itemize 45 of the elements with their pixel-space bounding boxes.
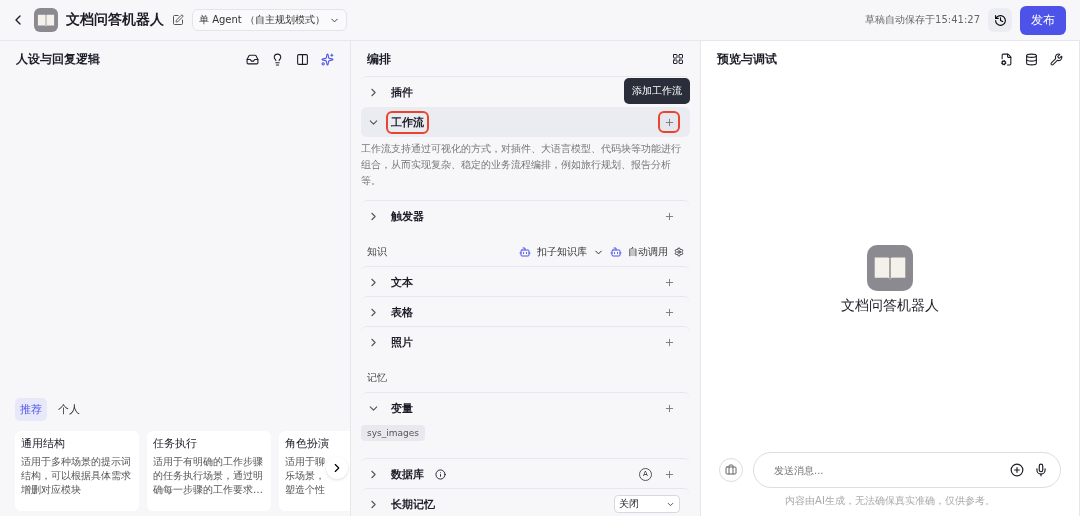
card-text: 适用于多种场景的提示词 <box>21 455 131 469</box>
memory-select[interactable]: 关闭 <box>614 495 680 513</box>
disclaimer: 内容由AI生成，无法确保真实准确，仅供参考。 <box>784 494 996 508</box>
template-card[interactable]: 任务执行 适用于有明确的工作步骤 的任务执行场景，通过明 确每一步骤的工作要求… <box>147 431 271 511</box>
section-title[interactable]: 工作流 <box>386 110 429 134</box>
section-description: 工作流支持通过可视化的方式，对插件、大语言模型、代码块等功能进行组合，从而实现复杂、稳定的业务流程编排，例如旅行规划、报告分析等。 <box>361 142 682 188</box>
tooltip: 添加工作流 <box>624 78 690 104</box>
bot-name: 文档问答机器人 <box>841 296 939 315</box>
section-title[interactable]: 数据库 <box>386 462 429 486</box>
template-tab[interactable]: 个人 <box>53 398 85 421</box>
message-input[interactable]: 发送消息... <box>772 463 1000 477</box>
save-status: 草稿自动保存于15:41:27 <box>865 13 980 27</box>
card-text: 确每一步骤的工作要求… <box>153 483 263 497</box>
mode-dropdown[interactable]: 单 Agent （自主规划模式） <box>192 9 347 31</box>
bot-name: 文档问答机器人 <box>66 11 164 29</box>
section-title[interactable]: 文本 <box>386 270 418 294</box>
call-mode-label: 自动调用 <box>628 245 668 259</box>
panel-title: 编排 <box>367 50 391 68</box>
knowledge-source-dropdown[interactable]: 扣子知识库 <box>537 245 587 259</box>
card-text: 结构，可以根据具体需求 <box>21 469 131 483</box>
variable-tag[interactable]: sys_images <box>361 425 425 441</box>
message-field[interactable]: 发送消息... <box>753 452 1061 488</box>
card-text: 塑造个性 <box>285 483 325 497</box>
section-title[interactable]: 表格 <box>386 300 418 324</box>
card-text: 乐场景， <box>285 469 325 483</box>
section-title[interactable]: 长期记忆 <box>386 492 440 516</box>
template-card[interactable]: 角色扮演 适用于聊 乐场景， 塑造个性 <box>279 431 350 511</box>
card-title: 角色扮演 <box>285 436 330 451</box>
card-title: 任务执行 <box>153 436 198 451</box>
panel-title: 人设与回复逻辑 <box>16 50 100 68</box>
card-title: 通用结构 <box>21 436 66 451</box>
template-card[interactable]: 通用结构 适用于多种场景的提示词 结构，可以根据具体需求 增删对应模块 <box>15 431 139 511</box>
card-text: 的任务执行场景，通过明 <box>153 469 263 483</box>
section-title[interactable]: 照片 <box>386 330 418 354</box>
template-tab[interactable]: 推荐 <box>15 398 47 421</box>
card-text: 适用于有明确的工作步骤 <box>153 455 263 469</box>
section-title[interactable]: 变量 <box>386 396 418 420</box>
section-title[interactable]: 触发器 <box>386 204 429 228</box>
panel-title: 预览与调试 <box>717 50 777 68</box>
section-title[interactable]: 插件 <box>386 80 418 104</box>
section-label: 知识 <box>367 245 388 259</box>
card-text: 增删对应模块 <box>21 483 81 497</box>
card-text: 适用于聊 <box>285 455 325 469</box>
publish-button[interactable]: 发布 <box>1020 5 1066 35</box>
section-label: 记忆 <box>367 371 388 385</box>
